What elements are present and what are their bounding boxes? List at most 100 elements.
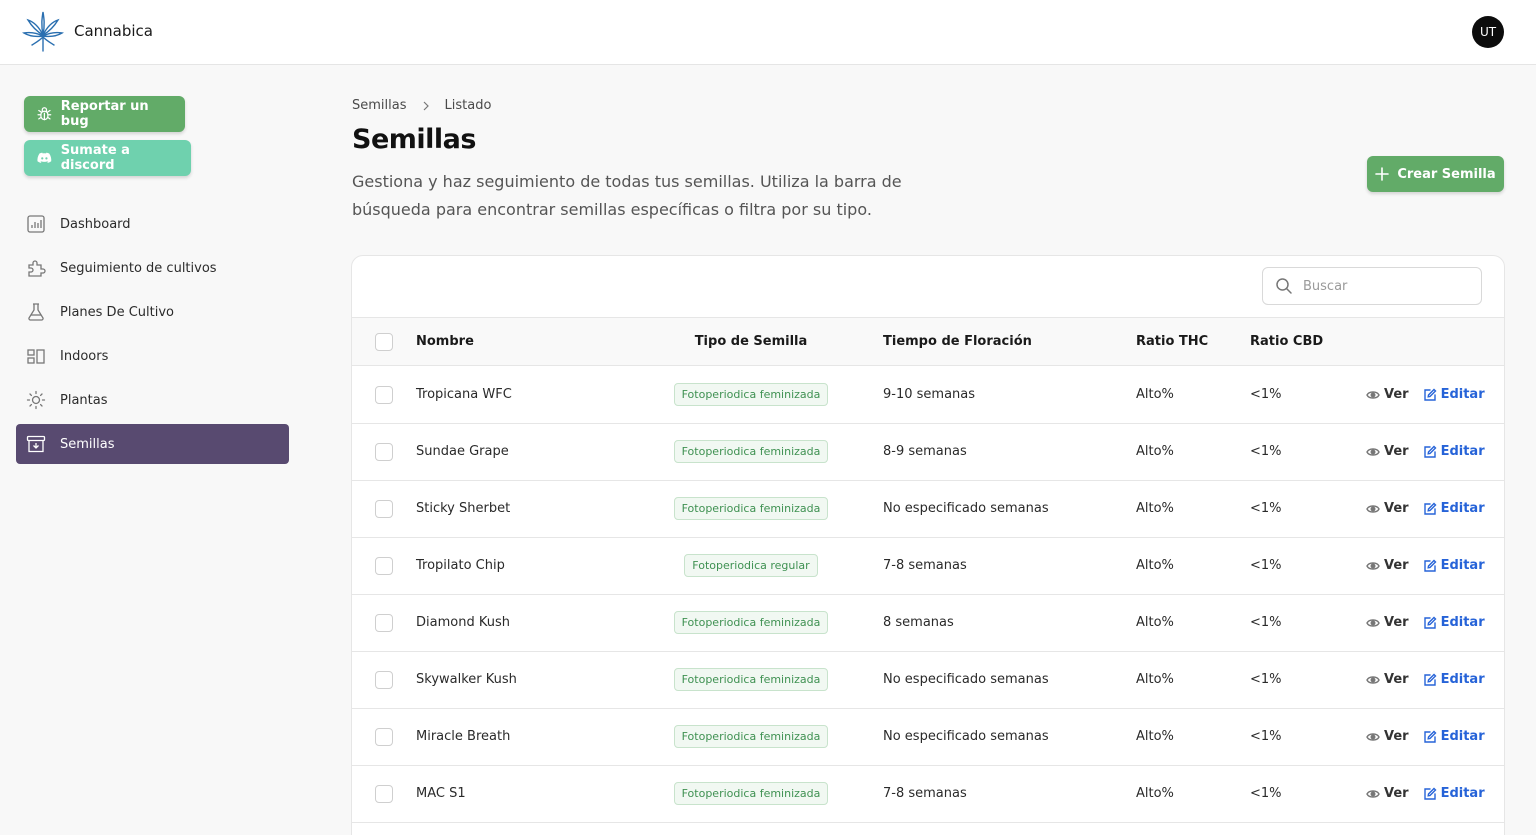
- sidebar: Reportar un bug Sumate a discord Dashboa…: [0, 65, 310, 835]
- edit-button[interactable]: Editar: [1423, 387, 1485, 402]
- sidebar-item-semillas[interactable]: Semillas: [16, 424, 289, 464]
- view-button[interactable]: Ver: [1366, 786, 1409, 801]
- search-box[interactable]: [1262, 267, 1482, 305]
- create-seed-button[interactable]: Crear Semilla: [1367, 156, 1504, 192]
- thc-ratio: Alto%: [1136, 558, 1174, 573]
- column-header-floracion[interactable]: Tiempo de Floración: [883, 334, 1032, 349]
- eye-icon: [1366, 390, 1380, 399]
- seed-type-badge: Fotoperiodica regular: [684, 554, 818, 577]
- view-button[interactable]: Ver: [1366, 387, 1409, 402]
- user-avatar[interactable]: UT: [1472, 16, 1504, 48]
- flowering-time: 8-9 semanas: [883, 444, 967, 459]
- breadcrumb-parent[interactable]: Semillas: [352, 98, 407, 113]
- view-label: Ver: [1384, 558, 1409, 573]
- row-checkbox[interactable]: [375, 557, 393, 575]
- view-button[interactable]: Ver: [1366, 558, 1409, 573]
- row-checkbox[interactable]: [375, 614, 393, 632]
- report-bug-button[interactable]: Reportar un bug: [24, 96, 185, 132]
- row-checkbox[interactable]: [375, 785, 393, 803]
- eye-icon: [1366, 789, 1380, 798]
- cbd-ratio: <1%: [1250, 501, 1282, 516]
- edit-icon: [1423, 559, 1437, 572]
- edit-label: Editar: [1440, 558, 1485, 573]
- seed-type-badge: Fotoperiodica feminizada: [673, 725, 829, 748]
- cannabis-leaf-logo-icon[interactable]: [22, 11, 64, 53]
- seed-name: Sticky Sherbet: [416, 501, 511, 516]
- edit-label: Editar: [1440, 501, 1485, 516]
- edit-button[interactable]: Editar: [1423, 672, 1485, 687]
- flowering-time: No especificado semanas: [883, 672, 1049, 687]
- search-input[interactable]: [1303, 278, 1463, 294]
- row-checkbox[interactable]: [375, 500, 393, 518]
- flowering-time: 7-8 semanas: [883, 558, 967, 573]
- seed-name: MAC S1: [416, 786, 466, 801]
- row-checkbox[interactable]: [375, 443, 393, 461]
- view-button[interactable]: Ver: [1366, 501, 1409, 516]
- sidebar-item-label: Dashboard: [60, 216, 131, 232]
- edit-button[interactable]: Editar: [1423, 558, 1485, 573]
- edit-button[interactable]: Editar: [1423, 444, 1485, 459]
- view-label: Ver: [1384, 615, 1409, 630]
- view-button[interactable]: Ver: [1366, 672, 1409, 687]
- view-button[interactable]: Ver: [1366, 615, 1409, 630]
- sidebar-item-indoors[interactable]: Indoors: [16, 336, 289, 376]
- row-actions: Ver Editar: [1366, 672, 1485, 687]
- discord-icon: [37, 152, 52, 163]
- seed-type-badge: Fotoperiodica feminizada: [673, 782, 829, 805]
- column-header-thc[interactable]: Ratio THC: [1136, 334, 1208, 349]
- flowering-time: 9-10 semanas: [883, 387, 976, 402]
- view-label: Ver: [1384, 501, 1409, 516]
- table-row: Miracle Breath Fotoperiodica feminizada No…: [352, 709, 1504, 766]
- cbd-ratio: <1%: [1250, 786, 1282, 801]
- row-checkbox[interactable]: [375, 728, 393, 746]
- edit-button[interactable]: Editar: [1423, 501, 1485, 516]
- edit-icon: [1423, 730, 1437, 743]
- thc-ratio: Alto%: [1136, 672, 1174, 687]
- sidebar-item-plantas[interactable]: Plantas: [16, 380, 289, 420]
- edit-icon: [1423, 445, 1437, 458]
- seed-type-cell: Fotoperiodica feminizada: [622, 383, 880, 406]
- plus-icon: [1375, 167, 1390, 181]
- sidebar-item-planes[interactable]: Planes De Cultivo: [16, 292, 289, 332]
- sidebar-item-label: Plantas: [60, 392, 108, 408]
- column-header-nombre[interactable]: Nombre: [416, 334, 474, 349]
- seed-name: Diamond Kush: [416, 615, 510, 630]
- column-header-cbd[interactable]: Ratio CBD: [1250, 334, 1323, 349]
- discord-label: Sumate a discord: [60, 143, 130, 173]
- table-row: Diamond Kush Fotoperiodica feminizada 8 se…: [352, 595, 1504, 652]
- thc-ratio: Alto%: [1136, 444, 1174, 459]
- thc-ratio: Alto%: [1136, 501, 1174, 516]
- row-checkbox[interactable]: [375, 386, 393, 404]
- table-row: Tropilato Chip Fotoperiodica regular 7-8 s…: [352, 538, 1504, 595]
- cbd-ratio: <1%: [1250, 444, 1282, 459]
- row-actions: Ver Editar: [1366, 615, 1485, 630]
- edit-button[interactable]: Editar: [1423, 729, 1485, 744]
- view-label: Ver: [1384, 729, 1409, 744]
- row-checkbox[interactable]: [375, 671, 393, 689]
- select-all-checkbox[interactable]: [375, 333, 393, 351]
- seed-type-cell: Fotoperiodica feminizada: [622, 440, 880, 463]
- table-row: MAC S1 Fotoperiodica feminizada 7-8 semana…: [352, 766, 1504, 823]
- flowering-time: No especificado semanas: [883, 729, 1049, 744]
- row-actions: Ver Editar: [1366, 387, 1485, 402]
- seeds-table-card: Nombre Tipo de Semilla Tiempo de Floraci…: [351, 255, 1505, 835]
- seed-type-cell: Fotoperiodica feminizada: [622, 497, 880, 520]
- seed-name: Tropilato Chip: [416, 558, 505, 573]
- eye-icon: [1366, 618, 1380, 627]
- column-header-tipo[interactable]: Tipo de Semilla: [622, 334, 880, 349]
- edit-label: Editar: [1440, 387, 1485, 402]
- view-button[interactable]: Ver: [1366, 729, 1409, 744]
- edit-button[interactable]: Editar: [1423, 615, 1485, 630]
- table-row: Tropicana WFC Fotoperiodica feminizada 9-1…: [352, 367, 1504, 424]
- seed-type-cell: Fotoperiodica regular: [622, 554, 880, 577]
- discord-button[interactable]: Sumate a discord: [24, 140, 191, 176]
- view-label: Ver: [1384, 786, 1409, 801]
- archive-icon: [26, 435, 46, 453]
- grid-icon: [27, 349, 45, 364]
- view-button[interactable]: Ver: [1366, 444, 1409, 459]
- sidebar-item-seguimiento[interactable]: Seguimiento de cultivos: [16, 248, 289, 288]
- sidebar-item-dashboard[interactable]: Dashboard: [16, 204, 289, 244]
- edit-button[interactable]: Editar: [1423, 786, 1485, 801]
- seed-type-cell: Fotoperiodica feminizada: [622, 782, 880, 805]
- thc-ratio: Alto%: [1136, 615, 1174, 630]
